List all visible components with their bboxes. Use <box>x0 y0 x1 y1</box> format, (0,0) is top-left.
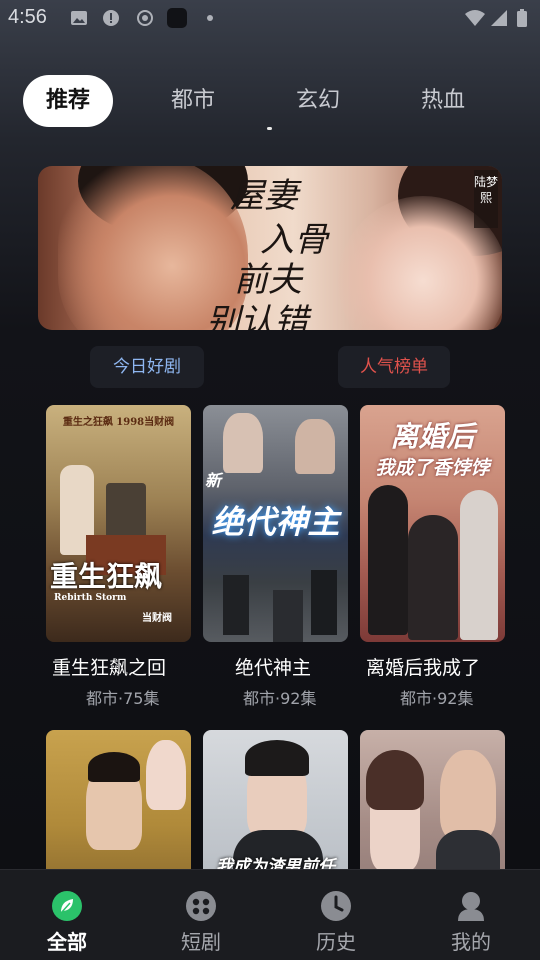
drama-poster: 重生之狂飙 1998当财阀 重生狂飙 Rebirth Storm 当财阀 <box>46 405 191 642</box>
poster-subtitle: 我成了香饽饽 <box>375 457 490 479</box>
poster-main-title: 绝代神主 <box>211 503 340 541</box>
drama-card[interactable]: 新 绝代神主 绝代神主 都市·92集 <box>203 405 348 708</box>
poster-figure <box>311 570 337 635</box>
nav-label: 历史 <box>316 930 356 954</box>
poster-figure <box>223 575 249 635</box>
poster-main-title: 重生狂飙 <box>50 560 163 593</box>
drama-title: 离婚后我成了 <box>366 657 481 679</box>
poster-figure <box>273 590 303 642</box>
drama-meta: 都市·92集 <box>400 689 474 708</box>
poster-main-title: 离婚后 <box>390 420 475 453</box>
tab-fantasy[interactable]: 玄幻 <box>280 75 356 127</box>
banner-title-line-1: 屋妻 <box>230 176 298 216</box>
poster-figure <box>408 515 458 640</box>
record-notification-icon <box>137 10 153 26</box>
nav-label: 我的 <box>451 930 491 954</box>
poster-tag: 当财阀 <box>142 613 172 624</box>
today-picks-button[interactable]: 今日好剧 <box>90 346 204 388</box>
drama-poster: 离婚后 我成了香饽饽 <box>360 405 505 642</box>
poster-top-text: 重生之狂飙 1998当财阀 <box>62 417 175 428</box>
poster-tag: 新 <box>205 471 222 490</box>
poster-figure <box>368 485 408 635</box>
film-reel-icon <box>186 891 216 921</box>
popular-chart-button[interactable]: 人气榜单 <box>338 346 450 388</box>
clock-icon <box>321 891 351 921</box>
poster-figure <box>146 740 186 810</box>
cellular-signal-icon <box>491 10 507 26</box>
tab-urban[interactable]: 都市 <box>155 75 231 127</box>
nav-short-drama[interactable]: 短剧 <box>151 870 251 960</box>
drama-poster: 新 绝代神主 <box>203 405 348 642</box>
featured-banner[interactable]: 屋妻 入骨 前夫 别认错 陆梦熙 <box>38 166 502 330</box>
image-notification-icon <box>71 11 87 25</box>
tab-recommend[interactable]: 推荐 <box>23 75 113 127</box>
app-notification-icon <box>167 8 187 28</box>
leaf-icon <box>52 891 82 921</box>
drama-meta: 都市·92集 <box>243 689 317 708</box>
poster-figure-hair <box>245 740 309 776</box>
drama-card[interactable]: 重生之狂飙 1998当财阀 重生狂飙 Rebirth Storm 当财阀 重生狂… <box>46 405 191 708</box>
more-notifications-dot <box>207 15 213 21</box>
poster-figure-hair <box>366 750 424 810</box>
banner-title-line-4: 别认错 <box>206 302 308 330</box>
drama-card[interactable]: 离婚后 我成了香饽饽 离婚后我成了 都市·92集 <box>360 405 505 708</box>
wifi-icon <box>465 10 485 26</box>
nav-profile[interactable]: 我的 <box>421 870 521 960</box>
banner-actress-tag: 陆梦熙 <box>474 170 498 228</box>
poster-subtitle: Rebirth Storm <box>54 593 127 603</box>
battery-icon <box>517 9 527 27</box>
status-time: 4:56 <box>8 6 47 28</box>
drama-meta: 都市·75集 <box>86 689 160 708</box>
drama-title: 重生狂飙之回 <box>52 657 167 679</box>
poster-figure <box>440 750 496 840</box>
poster-figure-hair <box>88 752 140 782</box>
alert-notification-icon <box>103 10 119 26</box>
poster-figure <box>460 490 498 640</box>
tab-action[interactable]: 热血 <box>405 75 481 127</box>
user-icon <box>458 892 484 921</box>
poster-tv <box>106 483 146 543</box>
nav-history[interactable]: 历史 <box>286 870 386 960</box>
nav-label: 全部 <box>47 930 87 954</box>
poster-figure <box>295 419 335 474</box>
tab-scroll-indicator <box>267 127 272 130</box>
category-tabs: 推荐 都市 玄幻 热血 <box>0 75 540 130</box>
nav-label: 短剧 <box>181 930 221 954</box>
poster-figure <box>223 413 263 473</box>
status-bar: 4:56 <box>0 0 540 36</box>
bottom-navigation: 全部 短剧 历史 我的 <box>0 869 540 960</box>
nav-all[interactable]: 全部 <box>17 870 117 960</box>
